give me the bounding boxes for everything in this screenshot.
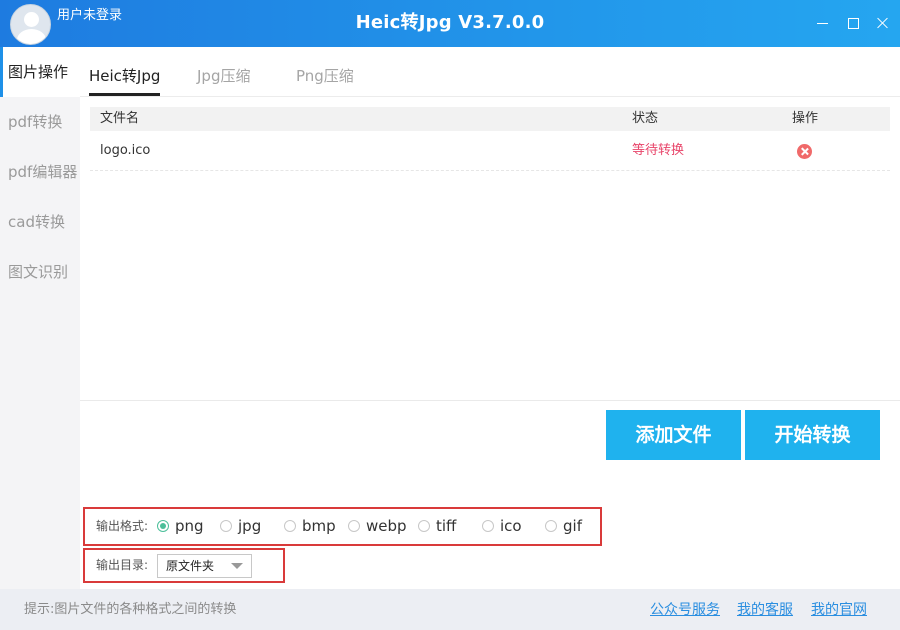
output-dir-label: 输出目录: — [96, 558, 149, 572]
tab-heic-to-jpg[interactable]: Heic转Jpg — [89, 47, 161, 97]
chevron-down-icon[interactable] — [231, 563, 243, 569]
output-format-label: 输出格式: — [96, 519, 149, 533]
app-title: Heic转Jpg V3.7.0.0 — [355, 12, 545, 33]
row-status: 等待转换 — [632, 143, 685, 158]
maximize-icon[interactable] — [844, 13, 864, 33]
sidebar-item-pdf-convert[interactable]: pdf转换 — [0, 97, 80, 147]
sidebar-item-cad-convert[interactable]: cad转换 — [0, 197, 80, 247]
link-customer-service[interactable]: 我的客服 — [737, 589, 793, 630]
radio-icon[interactable] — [220, 520, 232, 532]
radio-icon[interactable] — [482, 520, 494, 532]
tab-jpg-compress[interactable]: Jpg压缩 — [197, 47, 250, 97]
header-operation: 操作 — [792, 111, 819, 126]
tip-text: 提示:图片文件的各种格式之间的转换 — [24, 602, 237, 617]
start-convert-button[interactable]: 开始转换 — [745, 410, 880, 460]
divider — [80, 400, 900, 401]
status-bar: 提示:图片文件的各种格式之间的转换 公众号服务 我的客服 我的官网 — [0, 589, 900, 630]
header-status: 状态 — [632, 111, 659, 126]
tab-bar: Heic转Jpg Jpg压缩 Png压缩 — [80, 47, 900, 97]
sidebar-item-pdf-editor[interactable]: pdf编辑器 — [0, 147, 80, 197]
output-dir-group: 输出目录: 原文件夹 — [83, 548, 285, 583]
title-bar: 用户未登录 Heic转Jpg V3.7.0.0 — [0, 0, 900, 47]
row-filename: logo.ico — [100, 143, 151, 158]
table-header: 文件名 状态 操作 — [90, 107, 890, 131]
header-filename: 文件名 — [100, 111, 140, 126]
table-row[interactable]: logo.ico 等待转换 — [90, 131, 890, 171]
radio-icon[interactable] — [284, 520, 296, 532]
radio-icon[interactable] — [418, 520, 430, 532]
radio-icon[interactable] — [348, 520, 360, 532]
link-wechat-service[interactable]: 公众号服务 — [650, 589, 720, 630]
link-official-site[interactable]: 我的官网 — [811, 589, 867, 630]
file-table: 文件名 状态 操作 logo.ico 等待转换 — [90, 107, 890, 171]
add-file-button[interactable]: 添加文件 — [606, 410, 741, 460]
output-dir-value: 原文件夹 — [166, 559, 215, 573]
radio-icon[interactable] — [545, 520, 557, 532]
output-dir-select[interactable]: 原文件夹 — [157, 554, 252, 578]
sidebar: 图片操作 pdf转换 pdf编辑器 cad转换 图文识别 — [0, 47, 80, 589]
radio-checked-icon[interactable] — [157, 520, 169, 532]
minimize-icon[interactable] — [813, 13, 833, 33]
delete-icon[interactable] — [797, 144, 812, 159]
output-format-group: 输出格式: png jpg bmp webp tiff ico gif — [83, 507, 602, 546]
close-icon[interactable] — [873, 13, 893, 33]
tab-png-compress[interactable]: Png压缩 — [296, 47, 354, 97]
sidebar-item-image-ops[interactable]: 图片操作 — [0, 47, 80, 97]
sidebar-item-ocr[interactable]: 图文识别 — [0, 247, 80, 297]
